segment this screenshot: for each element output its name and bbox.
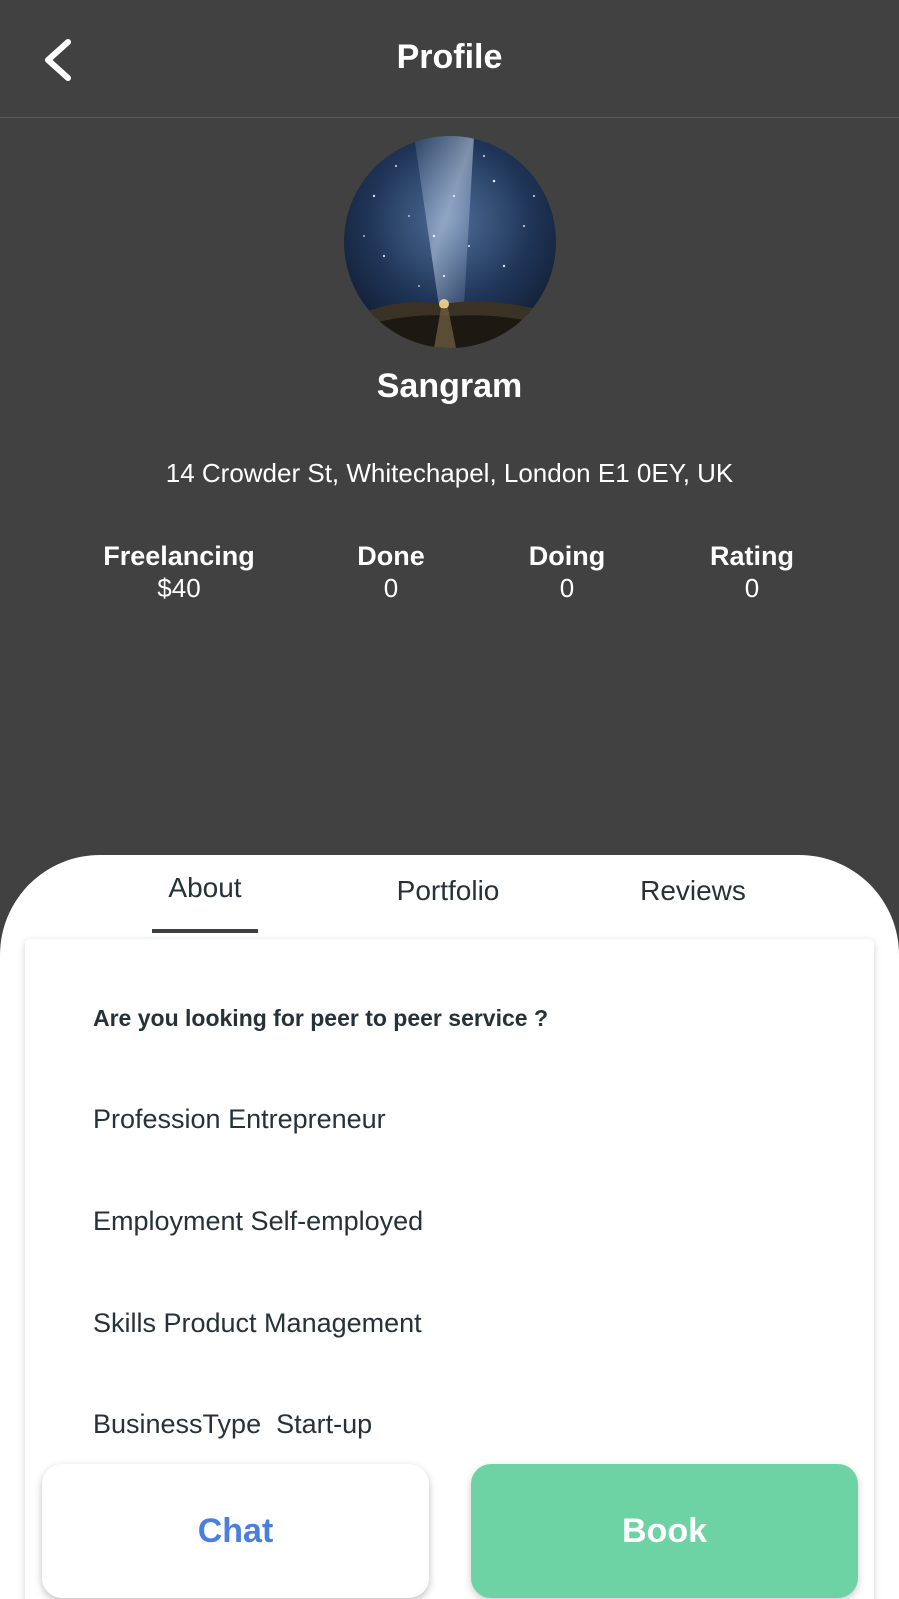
info-skills: Skills Product Management — [93, 1308, 422, 1338]
avatar — [344, 136, 556, 348]
info-profession: Profession Entrepreneur — [93, 1104, 386, 1134]
stat-label: Rating — [710, 541, 794, 571]
tab-reviews[interactable]: Reviews — [618, 875, 768, 907]
page-title: Profile — [396, 38, 503, 76]
chat-button[interactable]: Chat — [42, 1464, 429, 1598]
tab-portfolio[interactable]: Portfolio — [373, 875, 523, 907]
stat-rating: Rating 0 — [642, 540, 862, 604]
app-header: Profile — [0, 0, 899, 118]
profile-address: 14 Crowder St, Whitechapel, London E1 0E… — [165, 458, 734, 488]
book-button[interactable]: Book — [471, 1464, 858, 1598]
stat-freelancing: Freelancing $40 — [69, 540, 289, 604]
stat-value: $40 — [157, 573, 201, 603]
info-business-type: BusinessType Start-up — [93, 1409, 373, 1439]
active-tab-indicator — [152, 929, 258, 933]
stat-value: 0 — [744, 573, 760, 603]
about-question: Are you looking for peer to peer service… — [93, 1005, 549, 1031]
stat-label: Freelancing — [103, 541, 255, 571]
info-employment: Employment Self-employed — [93, 1206, 424, 1236]
tab-about[interactable]: About — [130, 872, 280, 904]
profile-name: Sangram — [376, 367, 523, 405]
